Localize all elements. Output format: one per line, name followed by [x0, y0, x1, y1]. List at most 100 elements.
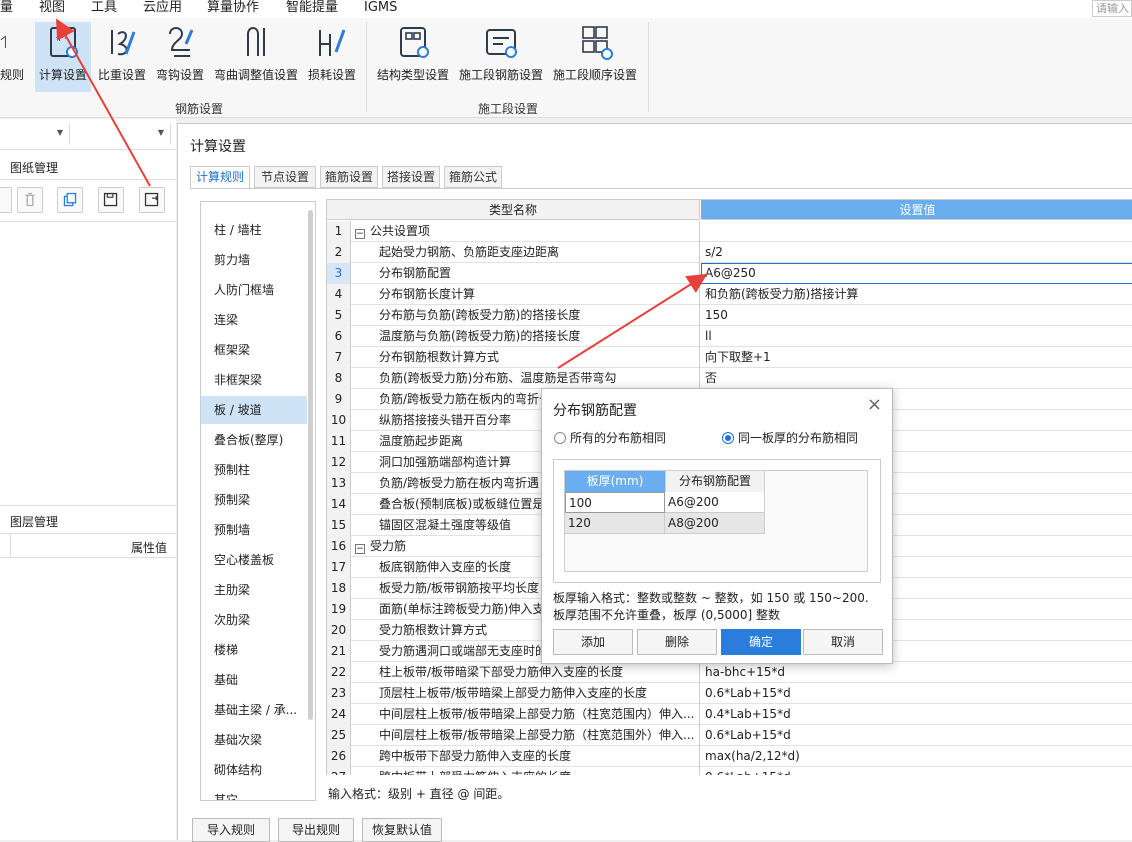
setting-value[interactable]: ll — [701, 326, 1132, 347]
hook-settings-button[interactable]: 弯钩设置 — [153, 22, 207, 92]
category-item[interactable]: 连梁 — [201, 306, 307, 334]
category-scrollbar[interactable] — [308, 210, 313, 720]
setting-value[interactable]: max(ha/2,12*d) — [701, 746, 1132, 767]
setting-value[interactable]: 和负筋(跨板受力筋)搭接计算 — [701, 284, 1132, 305]
table-row[interactable]: 22 柱上板带/板带暗梁下部受力筋伸入支座的长度 ha-bhc+15*d — [327, 662, 1132, 683]
menu-item-cloud[interactable]: 云应用 — [143, 0, 182, 15]
category-item[interactable]: 基础主梁 / 承... — [201, 696, 307, 724]
menu-item-view[interactable]: 视图 — [39, 0, 65, 15]
table-row[interactable]: 5 分布筋与负筋(跨板受力筋)的搭接长度 150 — [327, 305, 1132, 326]
thickness-cell[interactable]: 100 — [565, 492, 665, 513]
table-row[interactable]: 25 中间层柱上板带/板带暗梁上部受力筋（柱宽范围外）伸入... 0.6*Lab+1… — [327, 725, 1132, 746]
save-drawing-button[interactable] — [98, 187, 124, 213]
loss-settings-button[interactable]: 损耗设置 — [305, 22, 359, 92]
collapse-icon[interactable]: − — [355, 544, 365, 554]
copy-button[interactable] — [57, 187, 83, 213]
category-item[interactable]: 框架梁 — [201, 336, 307, 364]
menu-item-smart[interactable]: 智能提量 — [286, 0, 338, 15]
setting-value[interactable]: 0.4*Lab+15*d — [701, 704, 1132, 725]
category-item[interactable]: 柱 / 墙柱 — [201, 216, 307, 244]
category-item-slab[interactable]: 板 / 坡道 — [201, 396, 307, 424]
ok-button[interactable]: 确定 — [721, 629, 801, 655]
tool-partial-button[interactable] — [0, 187, 12, 213]
radio-same-thickness[interactable]: 同一板厚的分布筋相同 — [722, 429, 858, 446]
setting-name: 起始受力钢筋、负筋距支座边距离 — [351, 242, 700, 263]
table-row[interactable]: 27跨中板带上部受力筋伸入支座的长度0.6*Lab+15*d — [327, 767, 1132, 775]
category-item[interactable]: 非框架梁 — [201, 366, 307, 394]
category-item[interactable]: 预制柱 — [201, 456, 307, 484]
stage-order-button[interactable]: 施工段顺序设置 — [550, 22, 640, 92]
tab-stirrup-formula[interactable]: 箍筋公式 — [444, 166, 502, 188]
category-item[interactable]: 叠合板(整厚) — [201, 426, 307, 454]
divider — [0, 557, 176, 558]
config-cell[interactable]: A6@200 — [665, 492, 765, 513]
setting-value[interactable]: 否 — [701, 368, 1132, 389]
calc-settings-button[interactable]: + - 计算设置 — [35, 22, 91, 92]
setting-value[interactable]: ha-bhc+15*d — [701, 662, 1132, 683]
export-drawing-button[interactable] — [139, 187, 165, 213]
close-icon[interactable]: × — [867, 395, 882, 415]
menu-item-collab[interactable]: 算量协作 — [207, 0, 259, 15]
category-item[interactable]: 剪力墙 — [201, 246, 307, 274]
search-input[interactable]: 请输入 — [1092, 0, 1132, 17]
thickness-cell[interactable]: 120 — [565, 513, 665, 534]
row-number: 26 — [327, 746, 351, 767]
delete-row-button[interactable]: 删除 — [637, 629, 717, 655]
setting-value[interactable]: 0.6*Lab+15*d — [701, 683, 1132, 704]
setting-value[interactable] — [701, 221, 1132, 242]
table-row[interactable]: 6 温度筋与负筋(跨板受力筋)的搭接长度 ll — [327, 326, 1132, 347]
stage-rebar-button[interactable]: 施工段钢筋设置 — [456, 22, 546, 92]
category-item[interactable]: 预制墙 — [201, 516, 307, 544]
menu-item-partial[interactable]: 量 — [0, 0, 13, 15]
rules-button-partial[interactable]: 规则 — [0, 22, 24, 92]
table-row[interactable]: 8 负筋(跨板受力筋)分布筋、温度筋是否带弯勾否 — [327, 368, 1132, 389]
category-item[interactable]: 基础次梁 — [201, 726, 307, 754]
category-item[interactable]: 空心楼盖板 — [201, 546, 307, 574]
floor-combo[interactable]: ▼ — [0, 123, 70, 145]
table-row[interactable]: 23 顶层柱上板带/板带暗梁上部受力筋伸入支座的长度 0.6*Lab+15*d — [327, 683, 1132, 704]
export-rules-button[interactable]: 导出规则 — [278, 818, 354, 842]
component-combo[interactable]: ▼ — [71, 123, 171, 145]
collapse-icon[interactable]: − — [355, 229, 365, 239]
row-number: 12 — [327, 452, 351, 473]
import-rules-button[interactable]: 导入规则 — [192, 818, 270, 842]
category-item[interactable]: 预制梁 — [201, 486, 307, 514]
category-item[interactable]: 人防门框墙 — [201, 276, 307, 304]
menu-item-igms[interactable]: IGMS — [364, 0, 397, 15]
tab-node-settings[interactable]: 节点设置 — [254, 166, 316, 188]
delete-button[interactable] — [17, 187, 43, 213]
category-item[interactable]: 其它 — [201, 786, 307, 800]
setting-value[interactable]: s/2 — [701, 242, 1132, 263]
setting-value[interactable]: 0.6*Lab+15*d — [701, 767, 1132, 775]
tab-calc-rules[interactable]: 计算规则 — [190, 166, 250, 190]
table-row[interactable]: 24 中间层柱上板带/板带暗梁上部受力筋（柱宽范围内）伸入... 0.4*Lab+1… — [327, 704, 1132, 725]
table-row[interactable]: 2 起始受力钢筋、负筋距支座边距离 s/2 — [327, 242, 1132, 263]
table-row[interactable]: 26 跨中板带下部受力筋伸入支座的长度 max(ha/2,12*d) — [327, 746, 1132, 767]
add-button[interactable]: 添加 — [553, 629, 633, 655]
category-item[interactable]: 楼梯 — [201, 636, 307, 664]
menu-item-tools[interactable]: 工具 — [91, 0, 117, 15]
structure-type-button[interactable]: 结构类型设置 — [374, 22, 452, 92]
divider — [10, 534, 11, 558]
setting-value[interactable]: 0.6*Lab+15*d — [701, 725, 1132, 746]
category-item[interactable]: 砌体结构 — [201, 756, 307, 784]
table-row[interactable]: 7 分布钢筋根数计算方式 向下取整+1 — [327, 347, 1132, 368]
table-row[interactable]: 1− 公共设置项 — [327, 221, 1132, 242]
tab-lap-settings[interactable]: 搭接设置 — [382, 166, 440, 188]
setting-value[interactable]: 向下取整+1 — [701, 347, 1132, 368]
category-item[interactable]: 基础 — [201, 666, 307, 694]
copy-icon — [63, 192, 77, 207]
table-row[interactable]: 4 分布钢筋长度计算 和负筋(跨板受力筋)搭接计算 — [327, 284, 1132, 305]
bend-adjust-button[interactable]: 弯曲调整值设置 — [211, 22, 301, 92]
cancel-button[interactable]: 取消 — [803, 629, 883, 655]
radio-all-same[interactable]: 所有的分布筋相同 — [554, 429, 666, 446]
setting-value[interactable]: A6@250 — [701, 263, 1132, 284]
tab-stirrup-settings[interactable]: 箍筋设置 — [320, 166, 378, 188]
category-item[interactable]: 次肋梁 — [201, 606, 307, 634]
weight-settings-button[interactable]: 比重设置 — [95, 22, 149, 92]
table-row[interactable]: 3 分布钢筋配置 A6@250 — [327, 263, 1132, 284]
setting-value[interactable]: 150 — [701, 305, 1132, 326]
restore-default-button[interactable]: 恢复默认值 — [362, 818, 442, 842]
config-cell[interactable]: A8@200 — [665, 513, 765, 534]
category-item[interactable]: 主肋梁 — [201, 576, 307, 604]
